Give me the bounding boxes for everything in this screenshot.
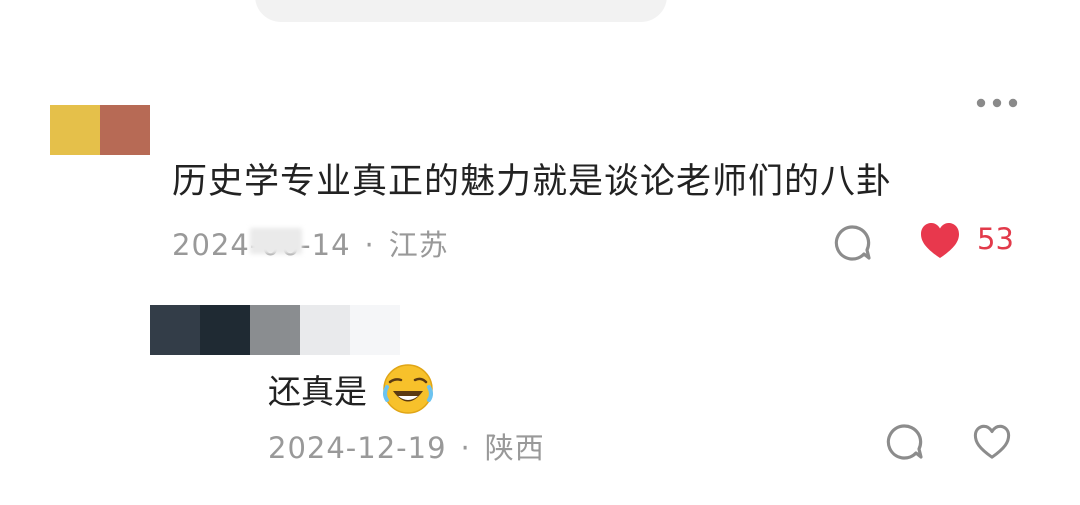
heart-icon[interactable] [919, 221, 961, 261]
reply-meta: 2024-12-19 · 陕西 [268, 425, 545, 467]
reply-text: 还真是 [268, 372, 367, 411]
top-input-pill[interactable] [255, 0, 667, 22]
heart-outline-icon[interactable] [972, 423, 1012, 461]
reply-avatar[interactable] [150, 305, 400, 355]
comment-bubble-icon[interactable] [832, 223, 872, 263]
meta-separator: · [460, 431, 471, 465]
reply-location: 陕西 [484, 431, 545, 465]
comment-bubble-icon[interactable] [884, 422, 924, 462]
like-count: 53 [977, 222, 1014, 256]
comment-text: 历史学专业真正的魅力就是谈论老师们的八卦 [172, 162, 893, 202]
avatar[interactable] [50, 105, 150, 155]
reply-date: 2024-12-19 [268, 431, 447, 465]
crying-laughing-emoji [383, 364, 433, 414]
meta-separator: · [364, 228, 375, 262]
comment-meta: 2024-06-14·江苏 [172, 222, 449, 264]
redaction-blur [250, 228, 302, 254]
more-dots-icon[interactable] [974, 94, 1020, 112]
comment-location: 江苏 [388, 228, 449, 262]
